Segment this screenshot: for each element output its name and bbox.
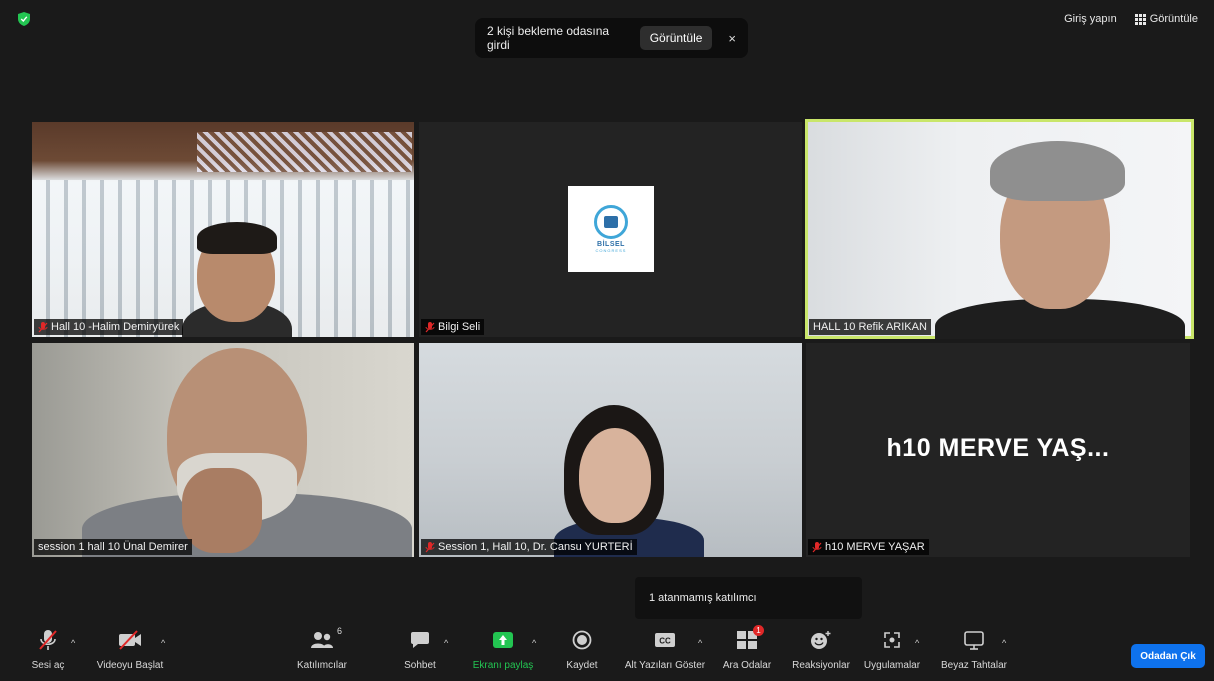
mic-muted-icon [812,541,822,552]
reactions-label: Reaksiyonlar [792,660,850,671]
login-label: Giriş yapın [1064,13,1117,25]
record-button[interactable]: Kaydet [564,628,600,671]
chat-label: Sohbet [404,660,436,671]
share-screen-icon [493,632,513,648]
participant-name: HALL 10 Refik ARIKAN [813,321,927,333]
shield-icon[interactable] [18,12,30,26]
waiting-room-notification: 2 kişi bekleme odasına girdi Görüntüle × [475,18,748,58]
waiting-room-message: 2 kişi bekleme odasına girdi [487,24,610,52]
unassigned-participants-tooltip: 1 atanmamış katılımcı [635,577,862,619]
start-video-button[interactable]: Videoyu Başlat [94,628,166,671]
zoom-meeting-window: Giriş yapın Görüntüle 2 kişi bekleme oda… [0,0,1214,681]
breakout-label: Ara Odalar [722,660,772,671]
chat-options-caret[interactable]: ^ [444,638,448,648]
participant-display-name: h10 MERVE YAŞ... [886,434,1110,462]
waiting-room-view-button[interactable]: Görüntüle [639,26,713,50]
background-lattice [197,132,412,172]
captions-button[interactable]: CC Alt Yazıları Göster [623,628,707,671]
chat-icon [411,632,429,648]
share-options-caret[interactable]: ^ [532,638,536,648]
participant-name-tag: HALL 10 Refik ARIKAN [809,319,931,335]
view-label: Görüntüle [1149,13,1198,25]
participants-label: Katılımcılar [296,660,347,671]
video-off-icon [119,630,141,650]
reactions-button[interactable]: Reaksiyonlar [790,628,852,671]
apps-button[interactable]: Uygulamalar [862,628,922,671]
captions-icon-text: CC [659,637,671,646]
video-options-caret[interactable]: ^ [161,638,165,648]
participant-name-tag: session 1 hall 10 Ünal Demirer [34,539,192,555]
video-tile-halim[interactable]: Hall 10 -Halim Demiryürek [32,122,414,337]
apps-icon [884,632,900,648]
participant-name: session 1 hall 10 Ünal Demirer [38,541,188,553]
participant-name-tag: Hall 10 -Halim Demiryürek [34,319,184,335]
breakout-badge: 1 [753,625,764,636]
record-icon [572,630,592,650]
logo-subtext: CONGRESS [595,248,627,253]
participant-hair [197,222,277,254]
apps-options-caret[interactable]: ^ [915,638,919,648]
close-icon[interactable]: × [728,31,736,46]
record-label: Kaydet [566,660,598,671]
mic-muted-icon [425,541,435,552]
whiteboards-button[interactable]: Beyaz Tahtalar [938,628,1010,671]
reactions-smiley-icon [811,631,831,649]
top-right-controls: Giriş yapın Görüntüle [1060,10,1202,28]
participant-name-tag: Bilgi Seli [421,319,485,335]
participant-name-tag: h10 MERVE YAŞAR [808,539,929,555]
mic-muted-icon [39,630,57,650]
unmute-label: Sesi aç [31,660,65,671]
whiteboards-label: Beyaz Tahtalar [941,660,1007,671]
logo-emblem-icon [594,205,628,239]
mic-muted-icon [425,321,435,332]
audio-options-caret[interactable]: ^ [71,638,75,648]
tooltip-text: 1 atanmamış katılımcı [649,592,757,604]
participant-name: h10 MERVE YAŞAR [825,541,925,553]
participant-name: Bilgi Seli [438,321,481,333]
breakout-rooms-button[interactable]: 1 Ara Odalar [722,625,772,671]
apps-label: Uygulamalar [863,660,921,671]
grid-view-icon [1134,13,1146,25]
participants-count: 6 [336,626,342,636]
video-tile-unal[interactable]: session 1 hall 10 Ünal Demirer [32,343,414,557]
participant-name-tag: Session 1, Hall 10, Dr. Cansu YURTERİ [421,539,637,555]
leave-meeting-button[interactable]: Odadan Çık [1131,644,1205,668]
unmute-button[interactable]: Sesi aç [31,628,65,671]
logo-text: BİLSEL [597,241,625,248]
chat-button[interactable]: Sohbet [403,628,437,671]
closed-captions-icon: CC [655,633,675,647]
meeting-toolbar: Sesi aç ^ Videoyu Başlat ^ 6 Katılımcıla… [0,625,1214,681]
whiteboards-options-caret[interactable]: ^ [1002,638,1006,648]
captions-options-caret[interactable]: ^ [698,638,702,648]
captions-label: Alt Yazıları Göster [624,660,706,671]
participants-icon [311,632,333,648]
participant-hand [182,468,262,553]
participants-button[interactable]: 6 Katılımcılar [295,626,349,671]
video-tile-cansu[interactable]: Session 1, Hall 10, Dr. Cansu YURTERİ [419,343,802,557]
participant-name: Session 1, Hall 10, Dr. Cansu YURTERİ [438,541,633,553]
start-video-label: Videoyu Başlat [96,660,164,671]
whiteboard-icon [964,631,984,650]
mic-muted-icon [38,321,48,332]
video-tile-refik[interactable]: HALL 10 Refik ARIKAN [805,119,1194,339]
bilsel-congress-logo: BİLSEL CONGRESS [568,186,654,272]
participant-face [579,428,651,523]
share-screen-button[interactable]: Ekranı paylaş [473,628,533,671]
participant-name: Hall 10 -Halim Demiryürek [51,321,180,333]
share-screen-label: Ekranı paylaş [472,660,534,671]
view-button[interactable]: Görüntüle [1131,10,1202,28]
participant-hair [990,141,1125,201]
login-button[interactable]: Giriş yapın [1060,10,1121,28]
